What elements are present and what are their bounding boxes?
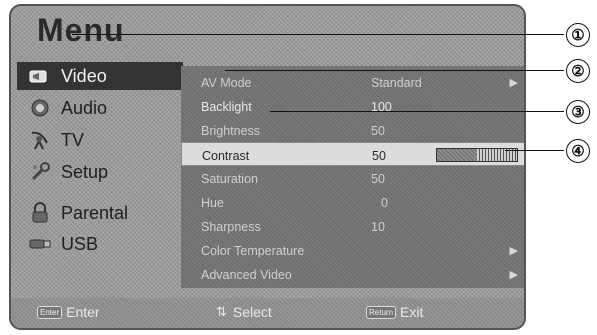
video-icon [27,65,53,87]
setting-saturation[interactable]: Saturation 50 [181,166,524,190]
callout-line-3 [270,111,564,112]
callout-line-2 [225,70,564,71]
sidebar-item-label: Setup [61,161,109,182]
sidebar-item-parental[interactable]: Parental [17,199,177,227]
setting-contrast[interactable]: Contrast 50 [181,142,524,166]
return-key-icon: Return [366,305,397,319]
hint-select: ⇅ Select [216,304,272,320]
sidebar-item-label: Video [61,65,107,86]
hint-exit: Return Exit [366,304,423,320]
arrow-right-icon: ▶ [509,77,518,89]
callout-line-4 [505,150,564,151]
sidebar-item-label: USB [61,233,99,254]
callout-4: ④ [566,139,590,163]
menu-title: Menu [37,12,125,48]
callout-line-1 [72,34,564,35]
arrow-right-icon: ▶ [509,269,518,281]
setting-hue[interactable]: Hue 0 [181,190,524,214]
select-arrows-icon: ⇅ [216,304,227,319]
slider-fill [437,149,477,161]
sidebar-item-label: TV [61,129,85,150]
arrow-right-icon: ▶ [509,245,518,257]
sidebar-item-label: Parental [61,202,129,223]
setting-sharpness[interactable]: Sharpness 10 [181,214,524,238]
lock-icon [27,202,53,224]
sidebar-item-usb[interactable]: USB [17,230,177,258]
setting-color-temperature[interactable]: Color Temperature ▶ [181,238,524,262]
sidebar-item-video[interactable]: Video [17,62,183,90]
sidebar-item-tv[interactable]: TV [17,126,177,154]
sidebar-item-audio[interactable]: Audio [17,94,177,122]
setting-backlight[interactable]: Backlight 100 [181,94,524,118]
tv-antenna-icon [27,129,53,151]
hint-enter: Enter Enter [37,304,100,320]
wrench-icon [27,161,53,183]
sidebar-item-label: Audio [61,97,108,118]
audio-icon [27,97,53,119]
setting-brightness[interactable]: Brightness 50 [181,118,524,142]
setting-av-mode[interactable]: AV Mode Standard ▶ [181,70,524,94]
callout-2: ② [566,59,590,83]
button-hint-bar: Enter Enter ⇅ Select Return Exit [11,298,524,328]
video-settings-panel: AV Mode Standard ▶ Backlight 100 Brightn… [181,66,524,288]
menu-screen: Menu Video Audio TV Setup Parental USB A… [9,4,526,330]
callout-1: ① [566,23,590,47]
enter-key-icon: Enter [37,305,63,319]
sidebar-item-setup[interactable]: Setup [17,158,177,186]
callout-3: ③ [566,100,590,124]
usb-icon [27,233,53,255]
setting-advanced-video[interactable]: Advanced Video ▶ [181,262,524,286]
